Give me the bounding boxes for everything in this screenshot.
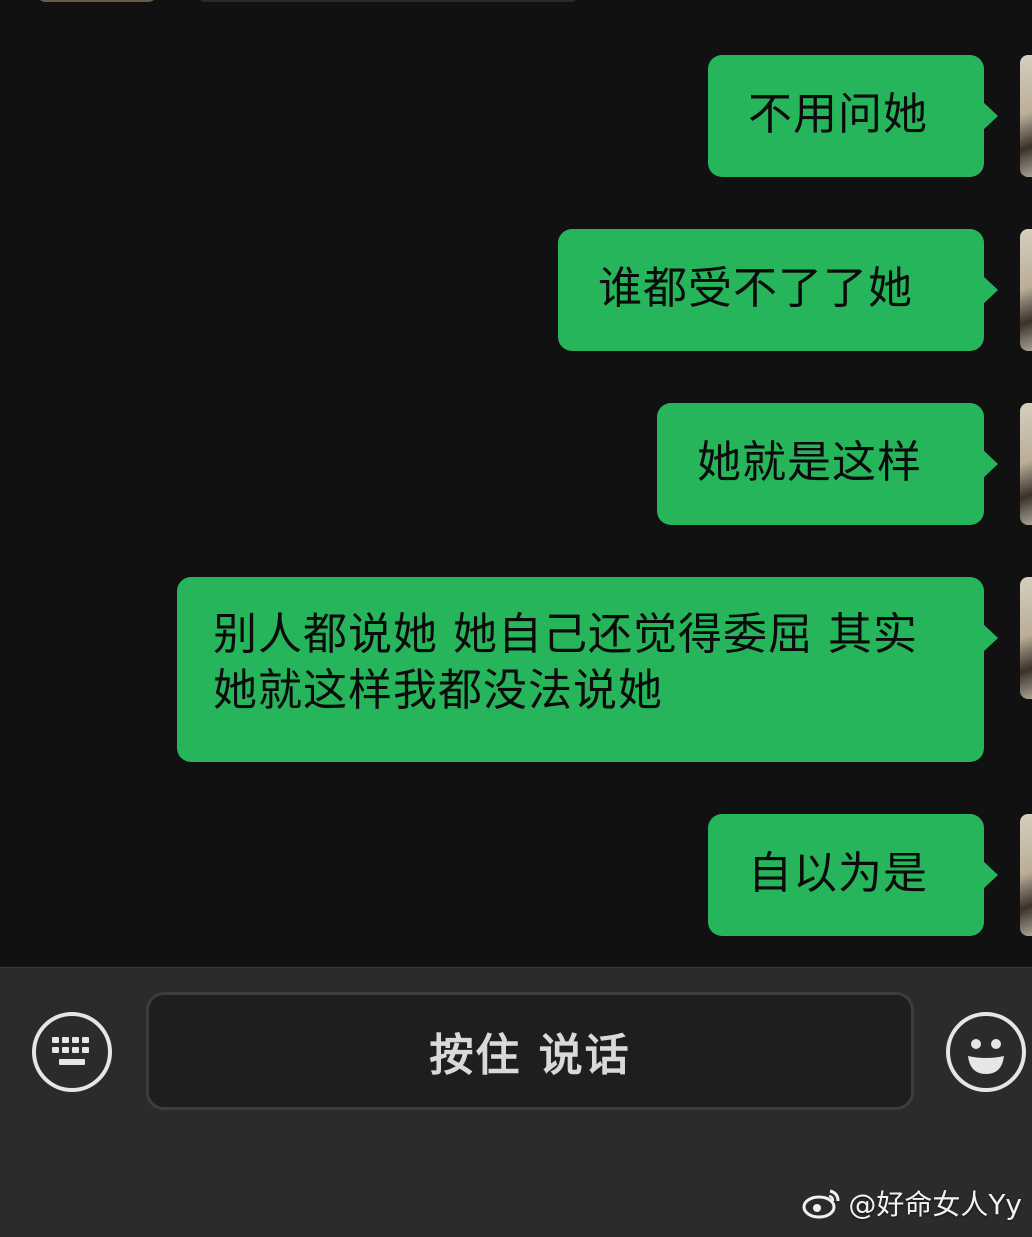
keyboard-icon[interactable] — [32, 1012, 112, 1092]
keyboard-glyph — [52, 1037, 89, 1065]
avatar[interactable] — [1020, 577, 1032, 699]
chat-screen: 不用问她 谁都受不了了她 她就是这样 别人都说她 她自己还觉得委屈 其实她就这样… — [0, 0, 1032, 1237]
message-bubble[interactable]: 她就是这样 — [657, 403, 998, 525]
message-text: 别人都说她 她自己还觉得委屈 其实她就这样我都没法说她 — [213, 609, 918, 716]
message-bubble[interactable]: 别人都说她 她自己还觉得委屈 其实她就这样我都没法说她 — [177, 577, 998, 762]
partial-avatar-top — [36, 0, 158, 2]
message-bubble[interactable]: 不用问她 — [708, 55, 998, 177]
message-text: 她就是这样 — [697, 437, 922, 488]
smiley-icon[interactable] — [946, 1012, 1026, 1092]
watermark-text: @好命女人Yy — [848, 1188, 1022, 1221]
avatar[interactable] — [1020, 229, 1032, 351]
message-text: 自以为是 — [748, 848, 928, 899]
message-bubble[interactable]: 自以为是 — [708, 814, 998, 936]
message-text: 谁都受不了了她 — [598, 263, 913, 314]
message-bubble[interactable]: 谁都受不了了她 — [558, 229, 998, 351]
partial-message-top — [196, 0, 580, 2]
watermark: @好命女人Yy — [802, 1183, 1022, 1223]
hold-to-talk-button[interactable]: 按住 说话 — [146, 992, 914, 1110]
message-text: 不用问她 — [748, 89, 928, 140]
weibo-logo-icon — [802, 1189, 840, 1219]
avatar[interactable] — [1020, 55, 1032, 177]
avatar[interactable] — [1020, 814, 1032, 936]
smiley-glyph — [968, 1039, 1004, 1074]
avatar[interactable] — [1020, 403, 1032, 525]
